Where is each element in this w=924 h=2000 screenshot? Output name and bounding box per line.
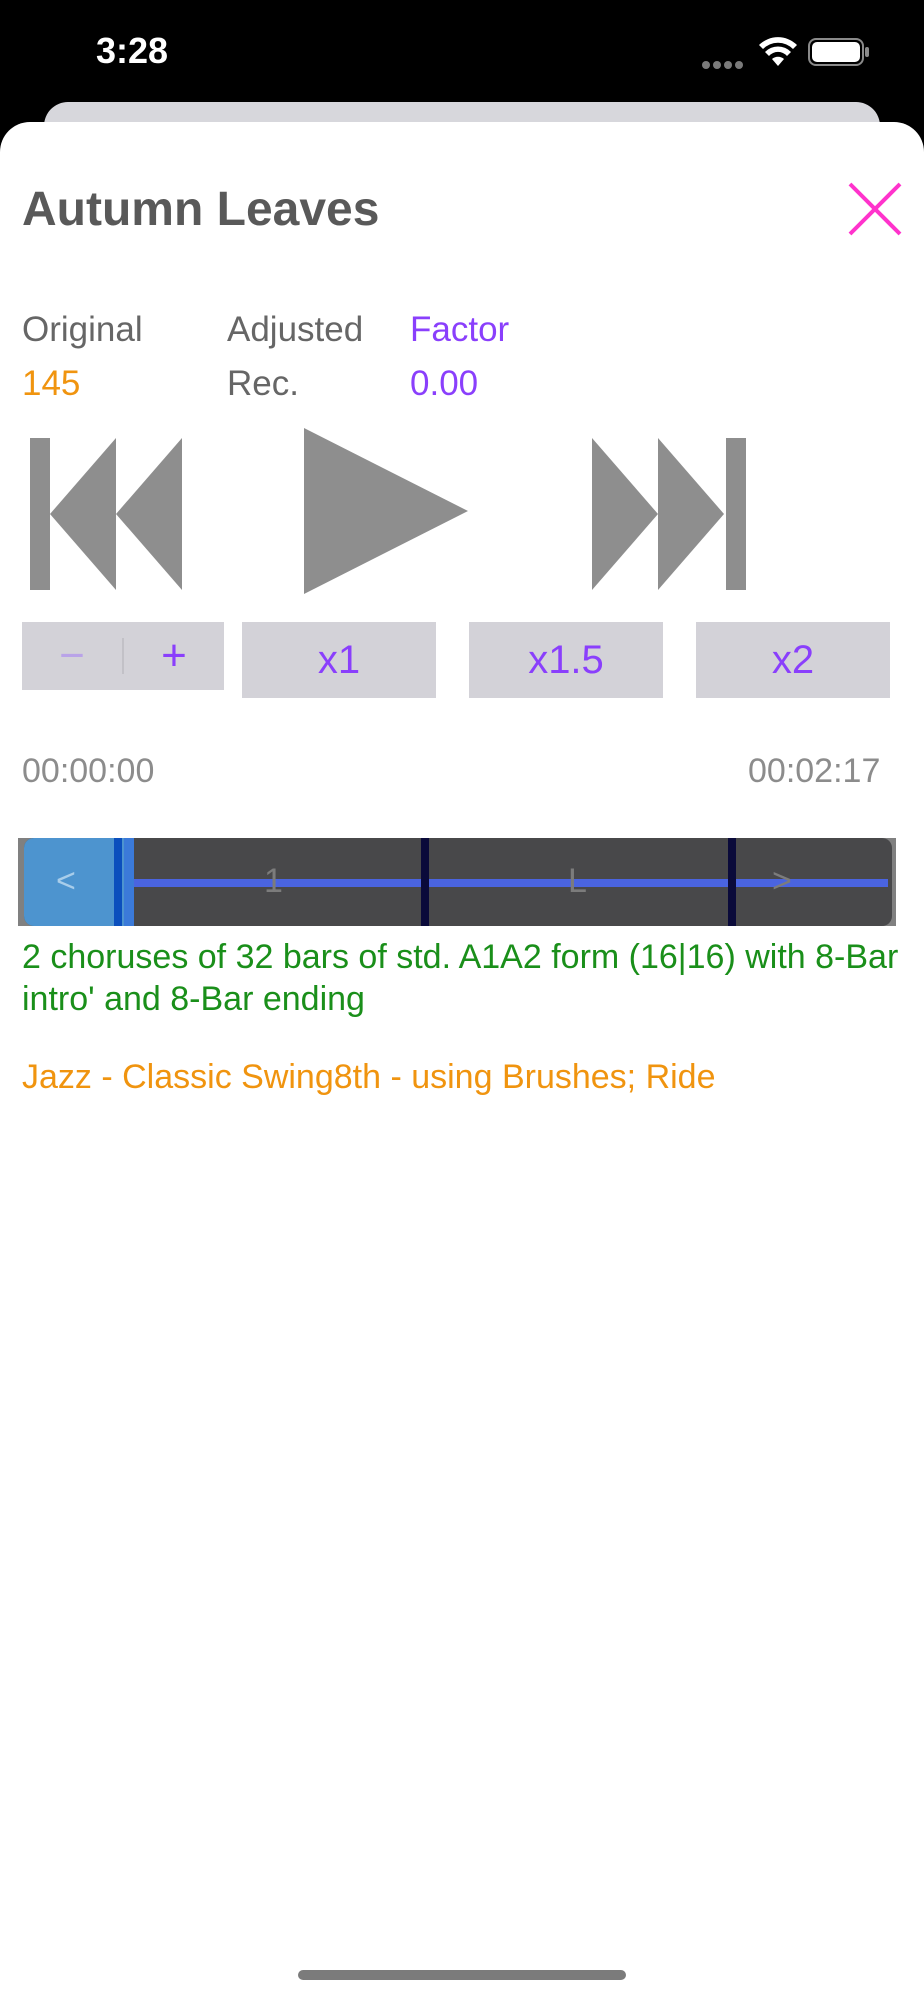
signal-icon bbox=[702, 56, 748, 69]
skip-back-icon[interactable] bbox=[30, 438, 186, 590]
play-icon[interactable] bbox=[304, 428, 468, 594]
speed-x1-button[interactable]: x1 bbox=[242, 622, 436, 698]
status-bar: 3:28 bbox=[0, 0, 924, 100]
timeline-left-arrow[interactable]: < bbox=[56, 862, 76, 901]
status-time: 3:28 bbox=[96, 30, 169, 71]
speed-x2-button[interactable]: x2 bbox=[696, 622, 890, 698]
timeline-right-arrow[interactable]: > bbox=[772, 862, 792, 901]
battery-icon bbox=[808, 38, 869, 66]
wifi-icon bbox=[759, 37, 797, 66]
tempo-stepper: − + bbox=[22, 622, 224, 690]
timeline-handle-edge-light bbox=[124, 838, 134, 926]
total-time: 00:02:17 bbox=[748, 752, 881, 790]
home-indicator[interactable] bbox=[298, 1970, 626, 1980]
form-description: 2 choruses of 32 bars of std. A1A2 form … bbox=[22, 938, 899, 1018]
current-time: 00:00:00 bbox=[22, 752, 155, 790]
stepper-minus-button[interactable]: − bbox=[22, 622, 122, 690]
timeline-section-divider bbox=[421, 838, 429, 926]
style-description: Jazz - Classic Swing8th - using Brushes;… bbox=[22, 1058, 716, 1096]
adjusted-value: Rec. bbox=[227, 364, 299, 403]
stepper-plus-button[interactable]: + bbox=[124, 622, 224, 690]
skip-forward-icon[interactable] bbox=[592, 438, 746, 590]
adjusted-label: Adjusted bbox=[227, 310, 364, 349]
song-title: Autumn Leaves bbox=[22, 183, 380, 236]
original-label: Original bbox=[22, 310, 143, 349]
original-tempo-value: 145 bbox=[22, 364, 81, 403]
timeline-handle-edge bbox=[114, 838, 122, 926]
factor-value: 0.00 bbox=[410, 364, 479, 403]
close-icon[interactable] bbox=[846, 180, 904, 238]
timeline-section-divider bbox=[728, 838, 736, 926]
timeline-marker-1: 1 bbox=[264, 862, 283, 900]
speed-x1-5-button[interactable]: x1.5 bbox=[469, 622, 663, 698]
timeline-marker-L: L bbox=[568, 862, 587, 900]
factor-label: Factor bbox=[410, 310, 510, 349]
